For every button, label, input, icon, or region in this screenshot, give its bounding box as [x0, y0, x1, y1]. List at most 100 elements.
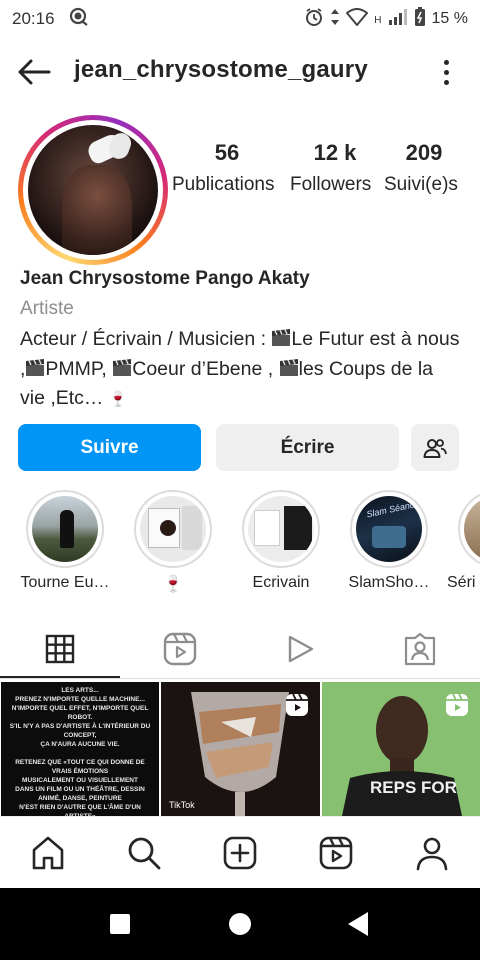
post-text-line: N'IMPORTE QUEL EFFET, N'IMPORTE QUEL ROB…	[11, 705, 149, 721]
highlight-label: Séri	[447, 574, 476, 591]
reel-badge-icon	[284, 692, 310, 718]
posts-count: 56	[214, 140, 240, 165]
status-bar: 20:16 H 15 %	[0, 0, 480, 38]
posts-grid: LES ARTS... PRENEZ N'IMPORTE QUELLE MACHI…	[0, 682, 480, 816]
followers-count: 12 k	[313, 140, 357, 165]
post-text-line: RETENEZ QUE «TOUT CE QUI DONNE DE VRAIS …	[15, 759, 145, 775]
tagged-icon	[404, 632, 436, 666]
highlight-item[interactable]: Tourne Eu…	[15, 490, 115, 592]
tab-tagged[interactable]	[360, 620, 480, 678]
post-text-line: DANS UN FILM OU UN THÉÂTRE, DESSIN ANIMÉ…	[15, 786, 145, 802]
suggested-accounts-button[interactable]	[411, 424, 459, 471]
profile-header: jean_chrysostome_gaury	[0, 48, 480, 96]
following-count: 209	[405, 140, 443, 165]
profile-icon	[416, 837, 448, 871]
post-text-image: LES ARTS... PRENEZ N'IMPORTE QUELLE MACHI…	[1, 682, 159, 816]
clapperboard-icon	[113, 358, 132, 376]
reels-icon	[163, 632, 197, 666]
highlight-label: 🍷	[163, 576, 183, 593]
highlight-item[interactable]: Slam Séance SlamSho…	[339, 490, 439, 592]
clapperboard-icon	[272, 329, 291, 346]
arrow-left-icon	[18, 59, 51, 85]
circle-icon	[229, 913, 251, 935]
tab-posts-grid[interactable]	[0, 620, 120, 678]
highlight-cover	[32, 496, 98, 562]
post-text-line	[7, 749, 153, 758]
post-text-line: N'EST RIEN D'AUTRE QUE L'ÂME D'UN ARTIST…	[19, 804, 141, 816]
post-text-line: LES ARTS...	[61, 687, 99, 694]
profile-category: Artiste	[20, 298, 74, 319]
data-arrows-icon	[330, 8, 340, 31]
bottom-navigation	[0, 816, 480, 888]
back-button[interactable]	[14, 54, 54, 90]
message-button[interactable]: Écrire	[216, 424, 399, 471]
follow-button[interactable]: Suivre	[18, 424, 201, 471]
profile-full-name: Jean Chrysostome Pango Akaty	[20, 268, 310, 289]
clapperboard-icon	[26, 358, 45, 376]
play-icon	[288, 635, 314, 663]
square-icon	[110, 914, 130, 934]
highlight-item[interactable]: Séri	[447, 490, 480, 592]
battery-percent: 15 %	[431, 10, 468, 27]
reels-nav-icon	[319, 836, 353, 870]
highlight-item[interactable]: 🍷	[123, 490, 223, 594]
followers-label: Followers	[290, 174, 372, 195]
signal-icon	[388, 8, 408, 31]
profile-avatar-story-ring[interactable]	[18, 115, 168, 265]
posts-label: Publications	[172, 174, 275, 195]
highlight-label: Tourne Eu…	[20, 574, 110, 591]
post-text-line: S'IL N'Y A PAS D'ARTISTE À L'INTÉRIEUR D…	[9, 723, 151, 739]
system-navigation-bar	[0, 888, 480, 960]
more-options-button[interactable]	[434, 56, 458, 88]
highlight-item[interactable]: Ecrivain	[231, 490, 331, 592]
more-vertical-icon	[443, 59, 449, 65]
nav-create[interactable]	[192, 817, 288, 889]
back-system-button[interactable]	[318, 888, 398, 960]
stat-following[interactable]: 209 Suivi(e)s	[384, 140, 464, 199]
profile-username: jean_chrysostome_gaury	[74, 56, 368, 83]
tab-reels[interactable]	[120, 620, 240, 678]
profile-bio: Acteur / Écrivain / Musicien : Le Futur …	[20, 328, 460, 409]
status-time: 20:16	[12, 9, 55, 28]
home-icon	[32, 836, 64, 870]
stat-followers[interactable]: 12 k Followers	[290, 140, 380, 199]
alarm-icon	[304, 7, 324, 32]
profile-content-tabs	[0, 620, 480, 678]
highlight-cover	[140, 496, 206, 562]
nav-search[interactable]	[96, 817, 192, 889]
home-system-button[interactable]	[200, 888, 280, 960]
clapperboard-icon	[279, 358, 298, 376]
post-thumbnail[interactable]: REPS FOR	[322, 682, 480, 816]
highlight-label: SlamSho…	[348, 574, 430, 591]
battery-icon	[414, 6, 426, 32]
highlight-cover	[248, 496, 314, 562]
stat-posts[interactable]: 56 Publications	[172, 140, 282, 199]
grid-icon	[45, 634, 75, 664]
search-icon	[128, 837, 161, 870]
post-text-line: ÇA N'AURA AUCUNE VIE.	[40, 741, 120, 748]
tab-videos[interactable]	[240, 620, 360, 678]
story-highlights: Tourne Eu… 🍷 Ecrivain Slam Séance SlamSh…	[0, 490, 480, 600]
network-type: H	[374, 14, 382, 26]
highlight-label: Ecrivain	[252, 574, 310, 591]
nav-home[interactable]	[0, 817, 96, 889]
wine-glass-emoji: 🍷	[108, 391, 128, 408]
highlight-cover: Slam Séance	[356, 496, 422, 562]
tabs-divider	[0, 678, 480, 679]
triangle-back-icon	[348, 912, 368, 936]
create-post-icon	[223, 836, 257, 870]
highlight-cover	[464, 496, 480, 562]
following-label: Suivi(e)s	[384, 174, 458, 195]
avatar	[28, 125, 158, 255]
recent-apps-button[interactable]	[80, 888, 160, 960]
nav-profile[interactable]	[384, 817, 480, 889]
post-thumbnail[interactable]: TikTok	[161, 682, 320, 816]
post-text-line: MUSICALEMENT OU VISUELLEMENT	[22, 777, 138, 784]
reel-badge-icon	[444, 692, 470, 718]
add-people-icon	[423, 438, 447, 458]
wifi-icon	[345, 7, 369, 31]
post-text-line: PRENEZ N'IMPORTE QUELLE MACHINE...	[15, 696, 145, 703]
notification-icon	[69, 7, 89, 32]
nav-reels[interactable]	[288, 817, 384, 889]
post-thumbnail[interactable]: LES ARTS... PRENEZ N'IMPORTE QUELLE MACHI…	[1, 682, 159, 816]
